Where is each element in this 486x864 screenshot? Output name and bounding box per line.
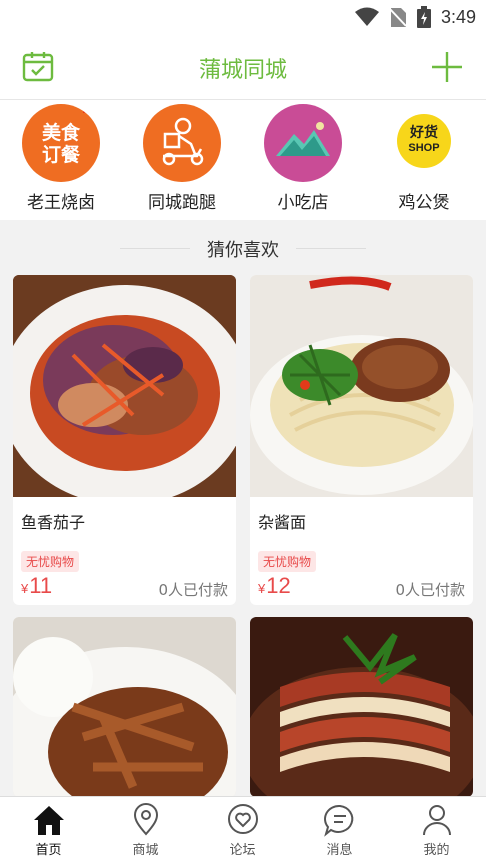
worry-free-tag: 无忧购物 — [21, 551, 80, 572]
tab-profile[interactable]: 我的 — [388, 803, 485, 858]
category-label: 老王烧卤 — [27, 193, 95, 213]
forum-heart-icon — [227, 804, 258, 834]
product-image — [13, 617, 236, 797]
currency-symbol: ¥ — [258, 581, 266, 596]
hot-badge: HOT — [83, 105, 100, 115]
tab-label: 消息 — [326, 843, 353, 858]
sold-count: 0人已付款 — [395, 581, 465, 599]
status-bar: 3:49 — [0, 0, 486, 34]
tab-label: 首页 — [35, 843, 62, 858]
tab-forum[interactable]: 论坛 — [194, 803, 291, 858]
currency-symbol: ¥ — [21, 581, 29, 596]
tab-messages[interactable]: 消息 — [291, 803, 388, 858]
sold-count: 0人已付款 — [158, 581, 228, 599]
app-header: 蒲城同城 — [0, 34, 486, 100]
section-header: 猜你喜欢 — [0, 222, 486, 274]
worry-free-tag: 无忧购物 — [258, 551, 317, 572]
product-image — [13, 275, 236, 497]
category-row: HOT 美食 订餐 老王烧卤 同城跑腿 小吃店 — [0, 100, 486, 220]
product-name: 杂酱面 — [258, 513, 307, 532]
user-icon — [422, 805, 451, 836]
page-title: 蒲城同城 — [198, 58, 287, 83]
price-value: 11 — [29, 573, 53, 598]
no-sim-icon — [389, 8, 407, 27]
good-shop-icon: 好货 SHOP — [385, 104, 463, 182]
category-item-chicken-pot[interactable]: 好货 SHOP 鸡公煲 — [374, 104, 474, 213]
scooter-rider-icon — [162, 117, 204, 166]
map-pin-icon — [133, 803, 158, 836]
status-icons: 3:49 — [354, 5, 476, 29]
food-order-icon: HOT 美食 订餐 — [22, 104, 100, 182]
product-price: ¥11 — [21, 573, 52, 599]
mountain-icon — [264, 104, 342, 182]
shop-badge-bottom: SHOP — [408, 142, 440, 154]
category-item-laowang[interactable]: HOT 美食 订餐 老王烧卤 — [11, 104, 111, 213]
category-label: 鸡公煲 — [398, 193, 450, 213]
tab-label: 论坛 — [229, 843, 256, 858]
bottom-tab-bar: 首页 商城 论坛 消息 我的 — [0, 796, 486, 864]
product-name: 鱼香茄子 — [21, 513, 86, 532]
product-card[interactable] — [13, 617, 236, 797]
divider — [296, 248, 366, 249]
product-image — [250, 617, 473, 797]
product-image — [250, 275, 473, 497]
message-icon — [323, 804, 353, 837]
wifi-icon — [354, 7, 379, 26]
status-time: 3:49 — [440, 6, 476, 27]
product-card[interactable]: 鱼香茄子 无忧购物 ¥11 0人已付款 — [13, 275, 236, 605]
tab-home[interactable]: 首页 — [0, 803, 97, 858]
price-value: 12 — [266, 573, 291, 598]
mountain-shape — [276, 122, 330, 156]
add-button[interactable] — [430, 50, 464, 84]
delivery-scooter-icon — [143, 104, 221, 182]
shop-badge-top: 好货 — [410, 125, 438, 141]
plus-icon — [432, 52, 462, 82]
product-card[interactable]: 杂酱面 无忧购物 ¥12 0人已付款 — [250, 275, 473, 605]
battery-icon — [416, 6, 431, 28]
food-order-badge-text: 美食 订餐 — [41, 122, 80, 166]
section-title: 猜你喜欢 — [207, 240, 279, 261]
category-label: 同城跑腿 — [148, 193, 216, 213]
category-label: 小吃店 — [277, 193, 329, 213]
product-price: ¥12 — [258, 573, 291, 599]
category-item-snack[interactable]: 小吃店 — [253, 104, 353, 213]
tab-label: 我的 — [423, 843, 450, 858]
category-item-errand[interactable]: 同城跑腿 — [132, 104, 232, 213]
tab-label: 商城 — [132, 843, 159, 858]
home-icon — [33, 806, 64, 835]
product-card[interactable] — [250, 617, 473, 797]
tab-mall[interactable]: 商城 — [97, 803, 194, 858]
